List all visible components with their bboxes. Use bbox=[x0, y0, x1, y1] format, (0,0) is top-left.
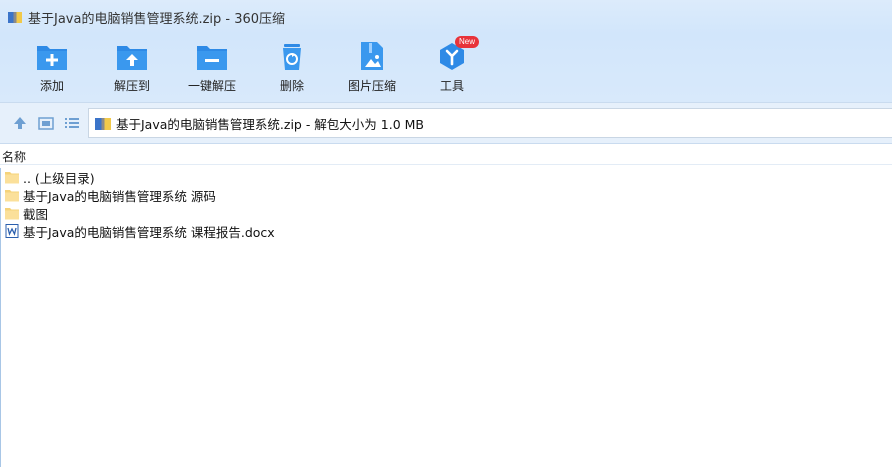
word-document-icon bbox=[5, 224, 19, 238]
list-item[interactable]: 基于Java的电脑销售管理系统 源码 bbox=[1, 186, 892, 204]
list-item-name: 截图 bbox=[23, 206, 49, 222]
add-label: 添加 bbox=[39, 79, 64, 93]
image-compress-icon bbox=[361, 42, 383, 70]
tools-button[interactable]: New 工具 bbox=[417, 36, 487, 94]
thumbnail-view-icon[interactable] bbox=[37, 114, 55, 132]
file-list: .. (上级目录) 基于Java的电脑销售管理系统 源码 截图 基于Java的电… bbox=[0, 168, 892, 467]
list-view-icon[interactable] bbox=[63, 114, 81, 132]
add-button[interactable]: 添加 bbox=[17, 40, 87, 94]
address-text: 基于Java的电脑销售管理系统.zip - 解包大小为 1.0 MB bbox=[116, 116, 424, 132]
delete-label: 删除 bbox=[279, 79, 304, 93]
extract-to-button[interactable]: 解压到 bbox=[97, 40, 167, 94]
add-icon bbox=[37, 46, 67, 70]
folder-icon bbox=[5, 172, 19, 184]
one-click-extract-label: 一键解压 bbox=[187, 79, 236, 93]
list-item-name: 基于Java的电脑销售管理系统 课程报告.docx bbox=[23, 224, 275, 240]
list-item[interactable]: 截图 bbox=[1, 204, 892, 222]
column-header-name[interactable]: 名称 bbox=[0, 146, 892, 165]
tools-label: 工具 bbox=[439, 79, 464, 93]
extract-to-icon bbox=[117, 46, 147, 70]
address-row: 基于Java的电脑销售管理系统.zip - 解包大小为 1.0 MB bbox=[0, 102, 892, 144]
folder-icon bbox=[5, 208, 19, 220]
extract-to-label: 解压到 bbox=[113, 79, 150, 93]
list-item[interactable]: 基于Java的电脑销售管理系统 课程报告.docx bbox=[1, 222, 892, 240]
new-badge: New bbox=[455, 36, 480, 48]
one-click-extract-button[interactable]: 一键解压 bbox=[177, 40, 247, 94]
list-item-name: 基于Java的电脑销售管理系统 源码 bbox=[23, 188, 216, 204]
delete-button[interactable]: 删除 bbox=[257, 40, 327, 94]
folder-icon bbox=[5, 190, 19, 202]
toolbar: 添加 解压到 一键解压 删除 图片压缩 New 工具 bbox=[0, 34, 892, 102]
list-item[interactable]: .. (上级目录) bbox=[1, 168, 892, 186]
up-arrow-icon[interactable] bbox=[11, 114, 29, 132]
window-title: 基于Java的电脑销售管理系统.zip - 360压缩 bbox=[28, 11, 286, 27]
column-header-label: 名称 bbox=[2, 150, 27, 164]
delete-icon bbox=[283, 44, 301, 70]
address-bar[interactable]: 基于Java的电脑销售管理系统.zip - 解包大小为 1.0 MB bbox=[88, 108, 892, 138]
archive-icon bbox=[8, 12, 22, 23]
archive-icon bbox=[95, 118, 111, 130]
image-compress-button[interactable]: 图片压缩 bbox=[337, 40, 407, 94]
list-item-name: .. (上级目录) bbox=[23, 170, 95, 186]
one-click-extract-icon bbox=[197, 46, 227, 70]
title-bar: 基于Java的电脑销售管理系统.zip - 360压缩 bbox=[0, 0, 892, 34]
image-compress-label: 图片压缩 bbox=[347, 79, 396, 93]
